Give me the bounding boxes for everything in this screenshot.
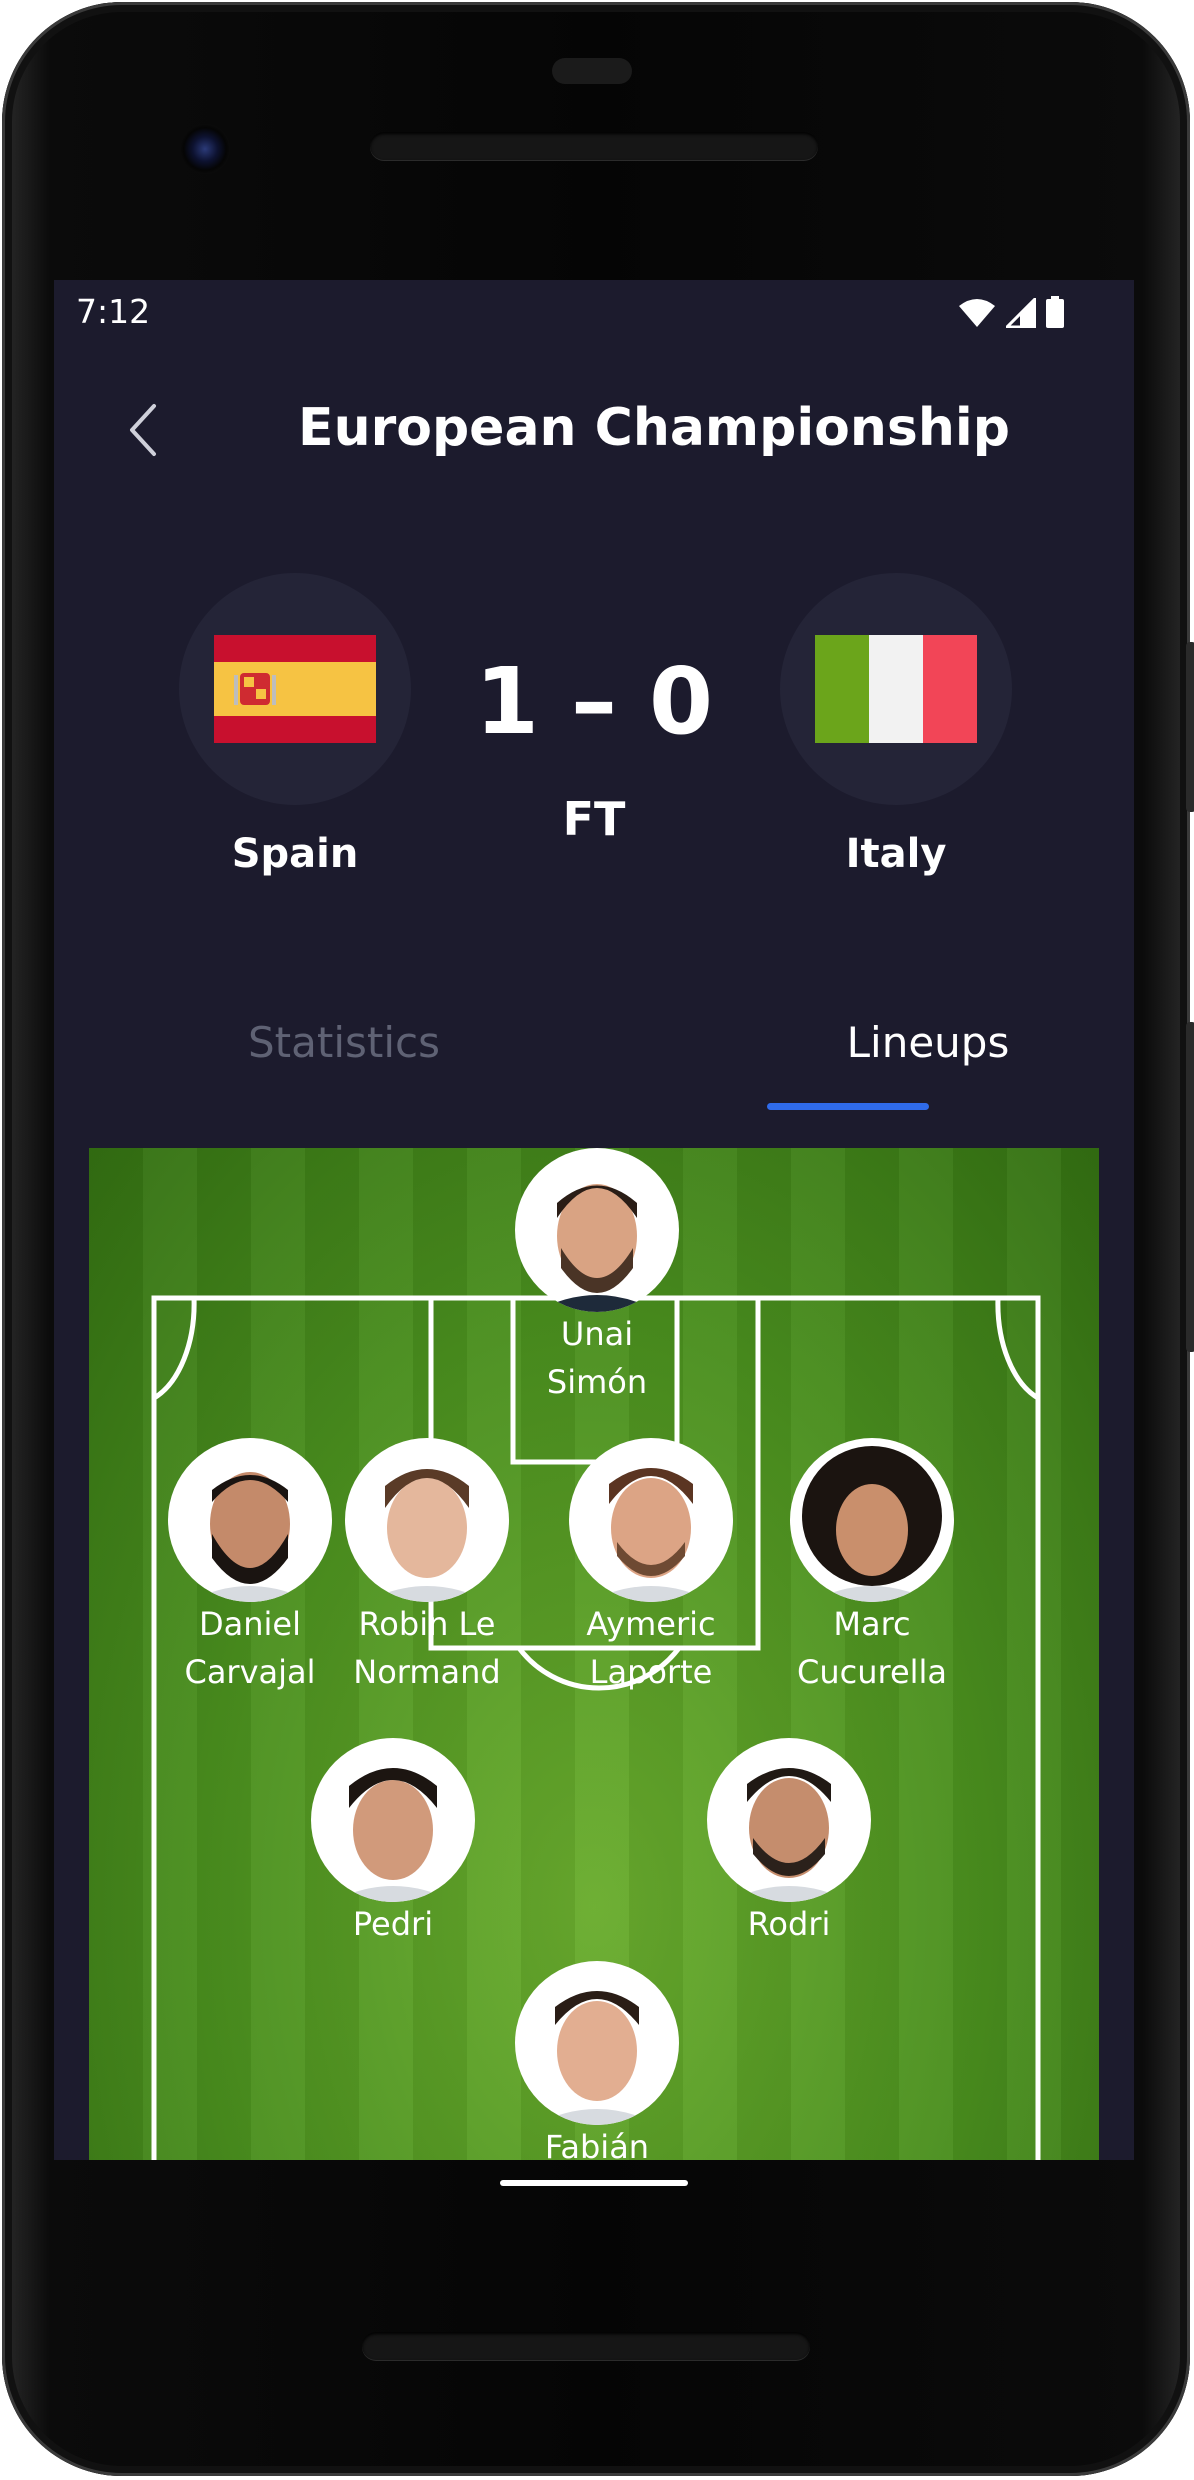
lineup-pitch: Unai Simón Daniel Carvajal Robin Le Norm… [89,1148,1099,2160]
active-tab-indicator [767,1103,929,1110]
tab-statistics[interactable]: Statistics [174,1018,514,1067]
player-photo-icon [535,1184,659,1312]
home-team-badge[interactable] [179,573,411,805]
player-avatar [569,1438,733,1602]
earpiece-speaker [370,132,818,160]
wifi-icon [959,299,995,327]
player-photo-icon [535,1991,659,2125]
player-name: Unai Simón [546,1315,648,1401]
bottom-speaker [362,2332,810,2360]
player-photo-icon [188,1472,312,1602]
battery-icon [1046,296,1064,328]
player-avatar [311,1738,475,1902]
player-photo-icon [802,1446,942,1602]
front-camera [180,124,230,174]
status-time: 7:12 [76,292,151,331]
player-card[interactable]: Unai Simón [487,1148,707,1406]
player-name: Pedri [352,1905,434,1943]
match-score: 1 – 0 [474,648,714,755]
player-avatar [345,1438,509,1602]
spain-flag-icon [214,635,376,743]
tab-lineups[interactable]: Lineups [758,1018,1098,1067]
volume-button [1186,1022,1194,1352]
power-button [1186,642,1194,812]
player-photo-icon [589,1468,713,1602]
player-avatar [707,1738,871,1902]
sensor [552,58,632,84]
player-name: Fabián [544,2128,650,2160]
player-card[interactable]: Robin Le Normand [317,1438,537,1696]
player-card[interactable]: Marc Cucurella [762,1438,982,1696]
player-photo-icon [331,1768,455,1902]
player-avatar [168,1438,332,1602]
player-avatar [515,1148,679,1312]
player-name: Marc Cucurella [796,1605,948,1691]
page-title: European Championship [298,398,1010,458]
player-card[interactable]: Rodri [679,1738,899,1948]
home-team-name: Spain [231,831,359,877]
player-card[interactable]: Pedri [283,1738,503,1948]
app-screen: 7:12 European Championship Spain 1 – 0 F… [54,280,1134,2160]
status-icons [958,296,1064,328]
cellular-signal-icon [1006,298,1036,328]
match-status: FT [562,792,626,846]
player-name: Robin Le Normand [353,1605,501,1691]
player-name: Rodri [747,1905,831,1943]
status-bar: 7:12 [54,280,1134,344]
phone-frame: 7:12 European Championship Spain 1 – 0 F… [2,2,1194,2476]
player-photo-icon [365,1469,489,1602]
away-team-badge[interactable] [780,573,1012,805]
away-team-name: Italy [845,831,947,877]
player-card[interactable]: Fabián [487,1961,707,2160]
italy-flag-icon [815,635,977,743]
player-avatar [790,1438,954,1602]
gesture-home-bar[interactable] [500,2180,688,2186]
player-avatar [515,1961,679,2125]
player-card[interactable]: Aymeric Laporte [541,1438,761,1696]
player-name: Aymeric Laporte [586,1605,716,1691]
player-photo-icon [727,1768,851,1902]
